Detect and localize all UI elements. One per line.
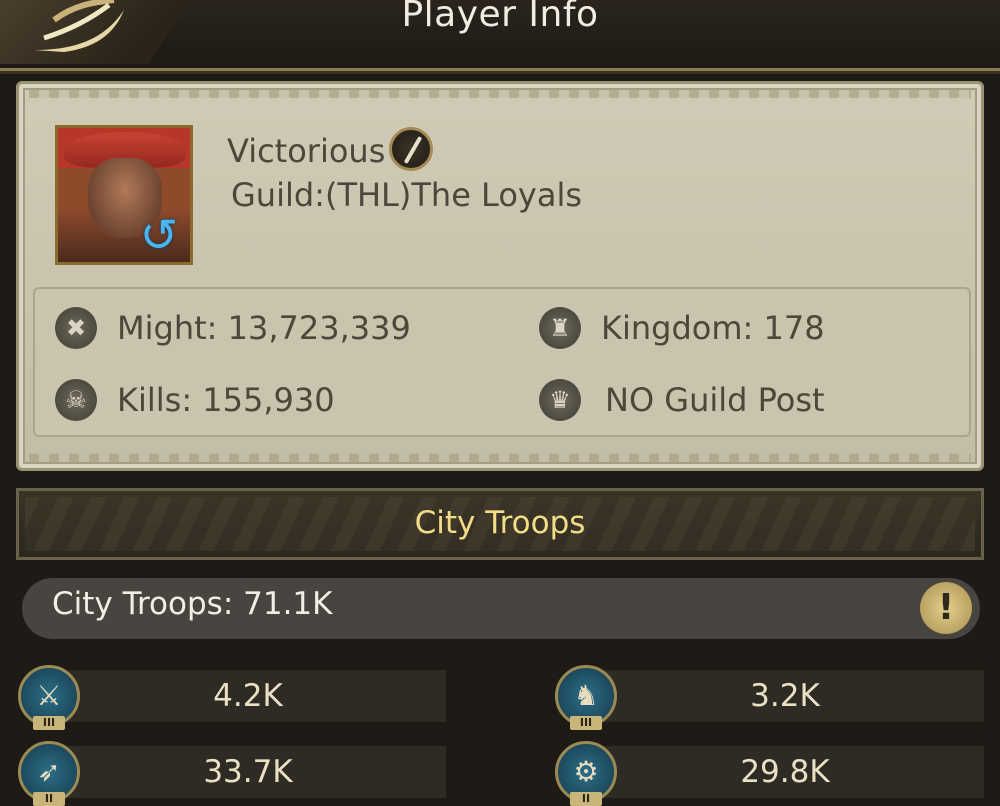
troop-row: 33.7K [50,746,446,798]
panel-border-top [29,90,971,98]
guild-name: Guild:(THL)The Loyals [231,176,582,214]
city-troops-section-header: City Troops [16,488,984,560]
rename-pen-icon[interactable] [389,127,433,171]
troop-count: 4.2K [213,678,283,714]
troop-row: 4.2K [50,670,446,722]
troop-count: 33.7K [203,754,293,790]
player-avatar[interactable]: ↺ [55,125,193,265]
info-button[interactable]: ! [920,582,972,634]
section-title: City Troops [414,505,586,541]
kingdom-text: Kingdom: 178 [601,309,825,347]
city-troops-total-bar: City Troops: 71.1K ! [22,578,980,639]
tier-badge: II [570,792,602,806]
tier-badge: II [33,792,65,806]
change-avatar-icon[interactable]: ↺ [130,210,188,260]
kingdom-castle-icon: ♜ [539,307,581,349]
archer-icon[interactable]: ➶ II [18,741,80,806]
troop-count: 3.2K [750,678,820,714]
player-stats-box: ✖ Might: 13,723,339 ♜ Kingdom: 178 ☠ Kil… [33,287,971,437]
troop-count: 29.8K [740,754,830,790]
panel-border-bottom [29,454,971,462]
skull-icon: ☠ [55,379,97,421]
swordsman-icon[interactable]: ⚔ III [18,665,80,730]
page-title: Player Info [401,0,599,35]
might-text: Might: 13,723,339 [117,309,411,347]
header-bar: Player Info [0,0,1000,71]
siege-icon[interactable]: ⚙ II [555,741,617,806]
guild-post-text: NO Guild Post [605,381,825,419]
cavalry-icon[interactable]: ♞ III [555,665,617,730]
player-name: Victorious [227,132,386,170]
tier-badge: III [570,716,602,730]
troop-row: 29.8K [586,746,984,798]
might-icon: ✖ [55,307,97,349]
player-info-panel: ↺ Victorious Guild:(THL)The Loyals ✖ Mig… [16,81,984,471]
city-troops-total: City Troops: 71.1K [52,586,333,622]
kills-text: Kills: 155,930 [117,381,335,419]
crown-icon: ♛ [539,379,581,421]
troop-row: 3.2K [586,670,984,722]
tier-badge: III [33,716,65,730]
